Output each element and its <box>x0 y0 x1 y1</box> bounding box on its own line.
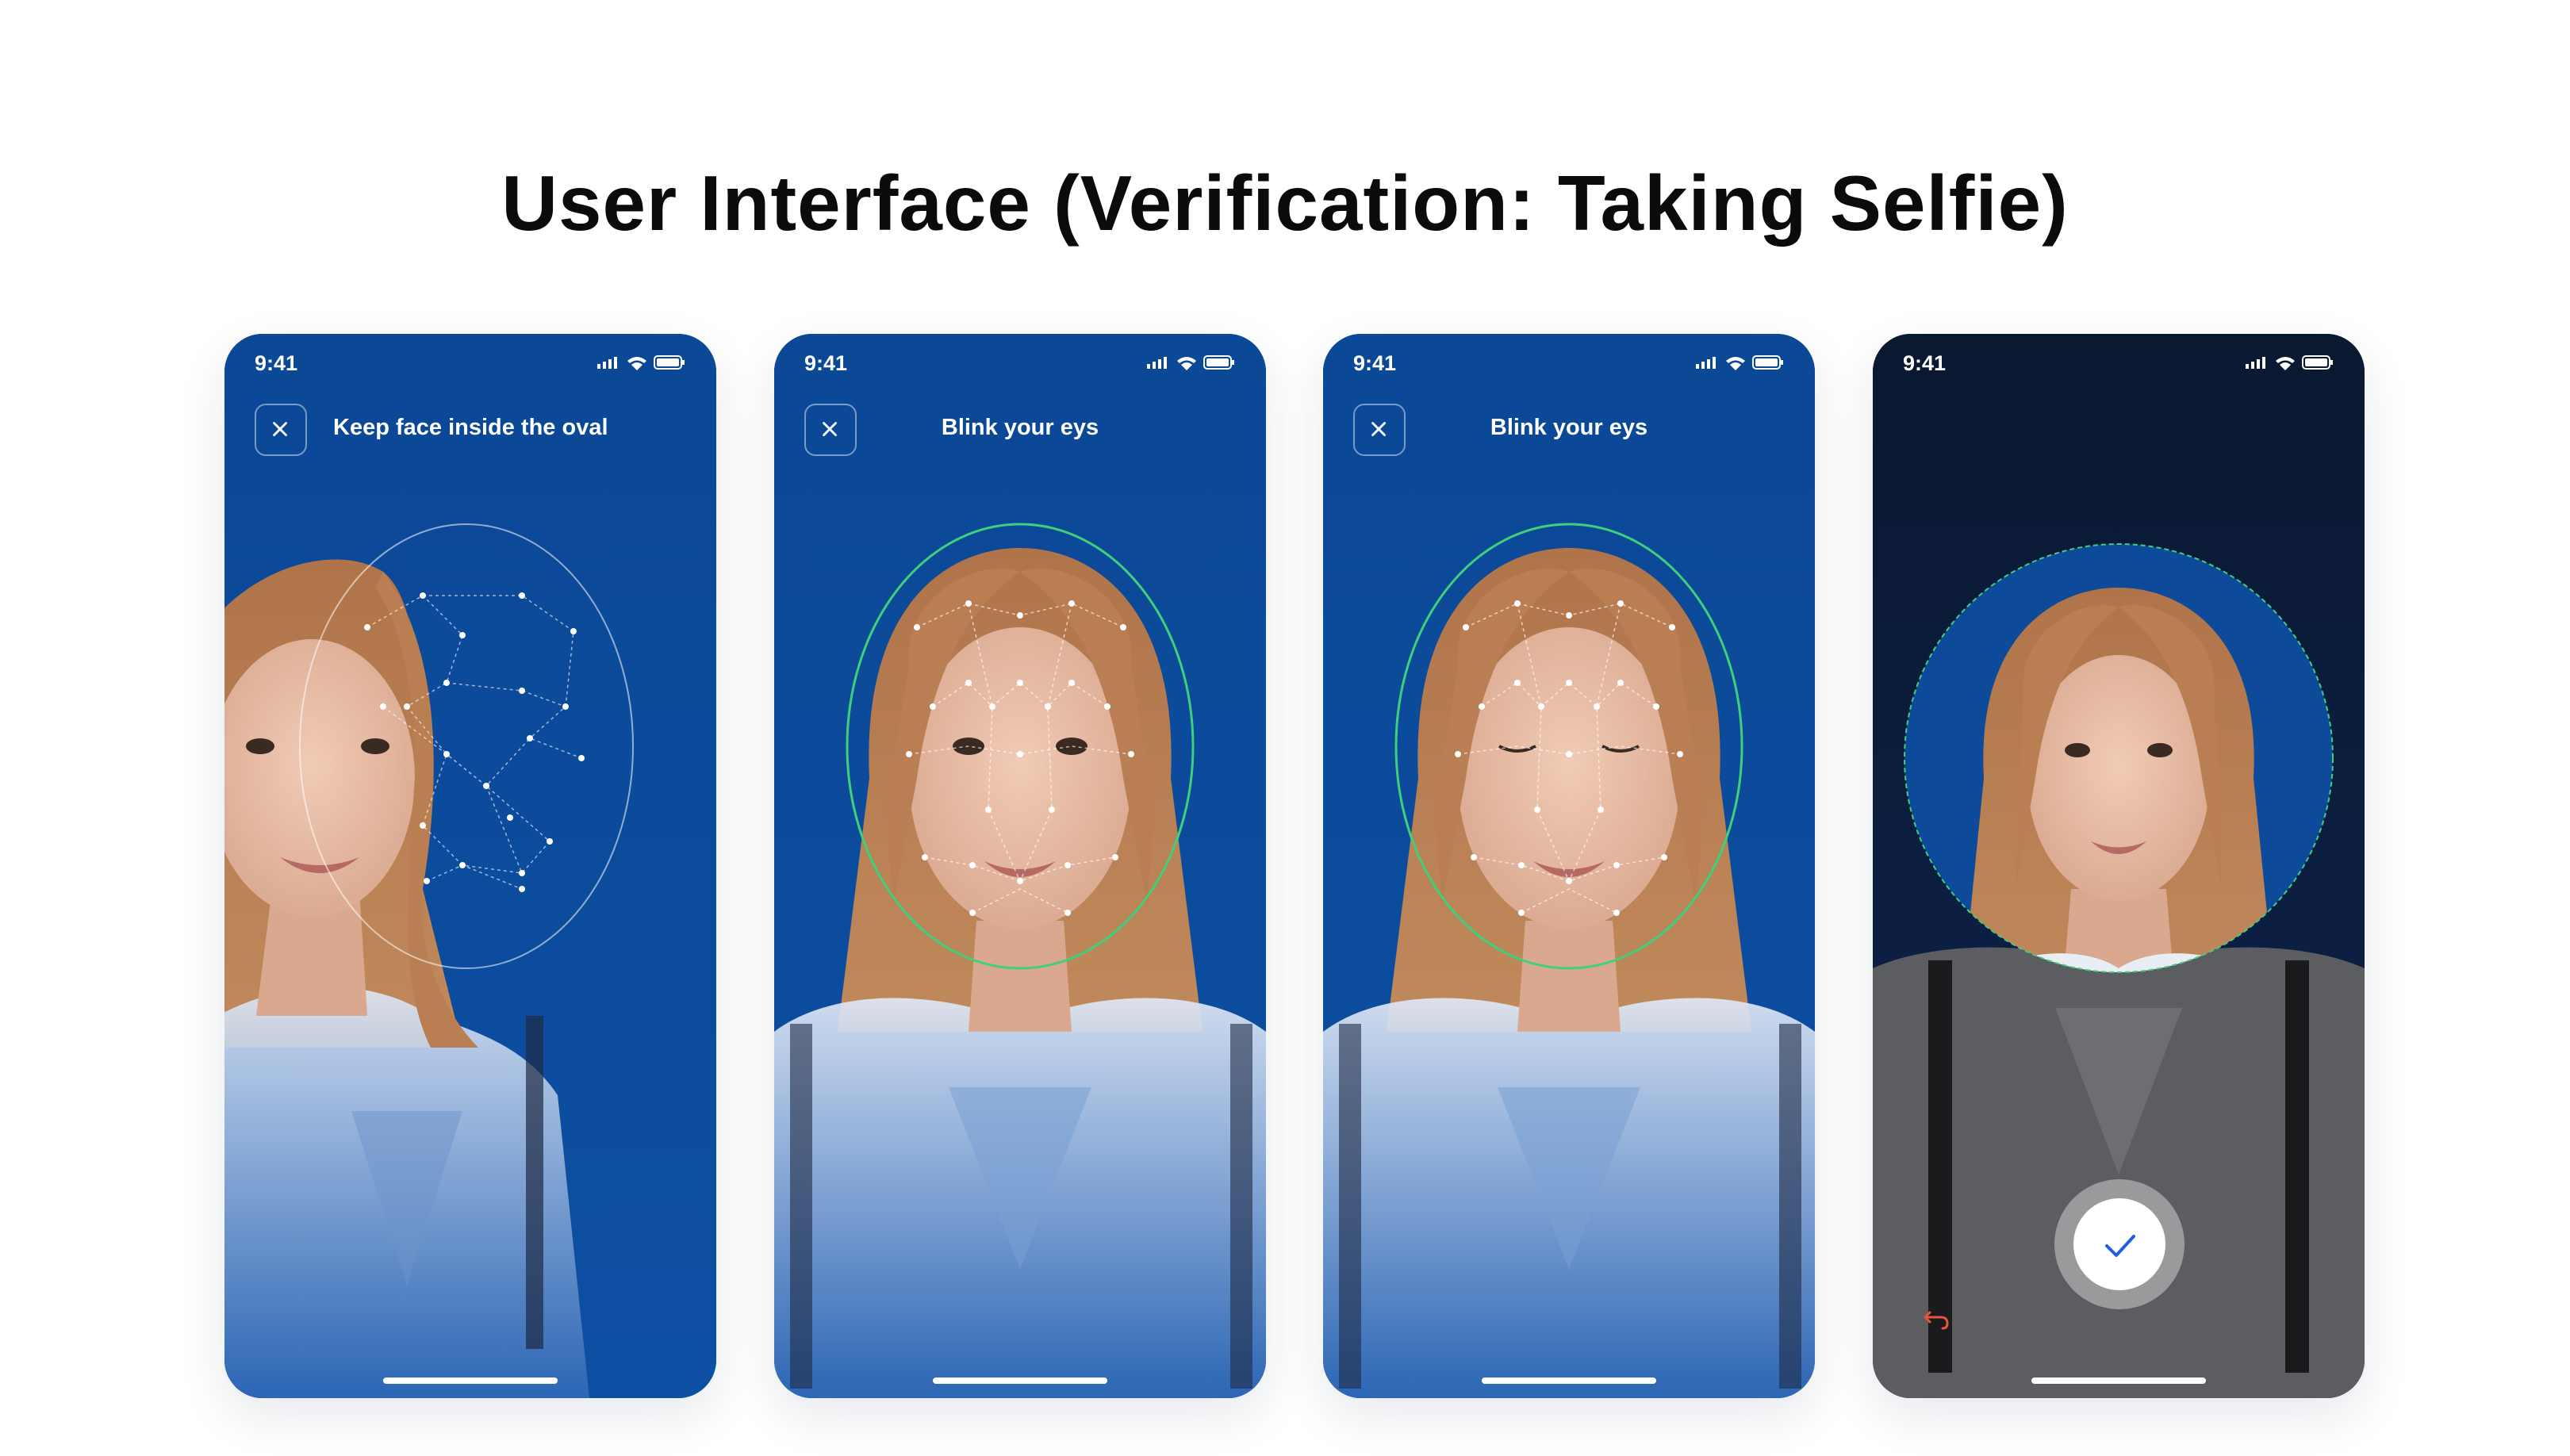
wifi-icon <box>1726 357 1745 370</box>
confirm-capture-ring <box>2054 1179 2184 1309</box>
camera-topbar: Keep face inside the oval <box>224 404 716 458</box>
battery-icon <box>2302 355 2333 370</box>
instruction-text: Blink your eys <box>941 415 1099 440</box>
page-title: User Interface (Verification: Taking Sel… <box>501 159 2069 247</box>
signal-icon <box>597 357 617 369</box>
status-bar: 9:41 <box>1873 334 2365 381</box>
screen-blink-eyes-closed: 9:41 Blink your eys <box>1323 334 1815 1398</box>
instruction-text: Blink your eys <box>1490 415 1648 440</box>
signal-icon <box>1696 357 1716 369</box>
status-icons <box>2246 355 2333 370</box>
instruction-text: Keep face inside the oval <box>333 415 608 440</box>
wifi-icon <box>1177 357 1196 370</box>
status-bar: 9:41 <box>1323 334 1815 381</box>
screen-blink-eyes-open: 9:41 Blink your eys <box>774 334 1266 1398</box>
camera-preview <box>224 334 716 1398</box>
camera-topbar: Blink your eys <box>774 404 1266 458</box>
status-icons <box>597 355 685 370</box>
status-icons <box>1696 355 1783 370</box>
status-bar: 9:41 <box>774 334 1266 381</box>
camera-preview <box>1323 334 1815 1398</box>
status-icons <box>1147 355 1234 370</box>
battery-icon <box>1203 355 1234 370</box>
status-time: 9:41 <box>804 351 848 375</box>
screen-keep-face-in-oval: 9:41 Keep face inside the oval <box>224 334 716 1398</box>
home-indicator <box>933 1377 1107 1384</box>
camera-topbar: Blink your eys <box>1323 404 1815 458</box>
home-indicator <box>2031 1377 2206 1384</box>
camera-preview <box>774 334 1266 1398</box>
wifi-icon <box>2276 357 2295 370</box>
wifi-icon <box>627 357 646 370</box>
home-indicator <box>383 1377 558 1384</box>
battery-icon <box>1752 355 1783 370</box>
checkmark-icon <box>2105 1235 2135 1257</box>
battery-icon <box>654 355 685 370</box>
signal-icon <box>2246 357 2265 369</box>
status-bar: 9:41 <box>224 334 716 381</box>
screen-selfie-captured: 9:41 <box>1873 334 2365 1398</box>
status-time: 9:41 <box>1903 351 1947 375</box>
status-time: 9:41 <box>1353 351 1397 375</box>
status-time: 9:41 <box>255 351 298 375</box>
signal-icon <box>1147 357 1167 369</box>
undo-arrow-icon[interactable] <box>1920 1301 1952 1333</box>
home-indicator <box>1482 1377 1656 1384</box>
close-icon <box>273 422 287 436</box>
close-button[interactable] <box>255 404 307 456</box>
confirm-button[interactable] <box>2073 1198 2165 1290</box>
